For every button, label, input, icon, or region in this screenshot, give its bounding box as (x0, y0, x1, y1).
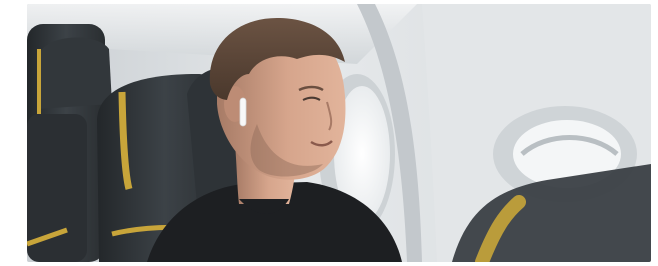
photo-frame (27, 4, 651, 262)
seat-headrest-rear (37, 37, 112, 110)
airplane-cabin-photo (27, 4, 651, 262)
earbud-icon (239, 97, 247, 127)
